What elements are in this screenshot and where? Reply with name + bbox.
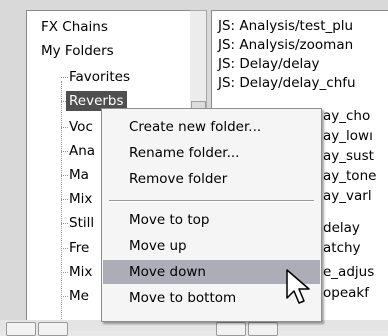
tree-connector (61, 175, 68, 176)
list-item[interactable]: delay (323, 219, 360, 238)
list-item[interactable]: JS: Delay/delay_chfu (218, 74, 356, 93)
list-item[interactable]: JS: Analysis/zooman (218, 36, 353, 55)
tree-item-still[interactable]: Still (69, 213, 94, 233)
list-item[interactable]: opeakf (323, 284, 369, 303)
toolbar-button[interactable] (248, 322, 278, 336)
list-item[interactable]: e_adjus (323, 263, 374, 282)
tree-item-favorites[interactable]: Favorites (69, 67, 130, 87)
tree-root-my-folders[interactable]: My Folders (41, 41, 114, 61)
tree-connector (61, 151, 68, 152)
tree-root-fx-chains[interactable]: FX Chains (41, 17, 108, 37)
list-item[interactable]: ay_lowı (323, 127, 373, 146)
tree-connector (61, 77, 68, 78)
tree-connector (61, 127, 68, 128)
toolbar-button[interactable] (38, 322, 68, 336)
tree-item-mix-2[interactable]: Mix (69, 262, 92, 282)
tree-item-ana[interactable]: Ana (69, 141, 95, 161)
mouse-pointer-icon (286, 269, 310, 304)
list-item[interactable]: ay_cho (323, 107, 370, 126)
tree-item-voc[interactable]: Voc (69, 117, 93, 137)
list-item[interactable]: ay_varl (323, 187, 372, 206)
tree-item-mix[interactable]: Mix (69, 189, 92, 209)
tree-connector (61, 272, 68, 273)
menu-separator (109, 200, 314, 202)
tree-item-fre[interactable]: Fre (69, 238, 89, 258)
tree-item-ma[interactable]: Ma (69, 165, 89, 185)
menu-item-create-new-folder[interactable]: Create new folder... (103, 115, 320, 139)
fx-browser-window: FX Chains My Folders Favorites Reverbs V… (0, 0, 388, 336)
list-item[interactable]: ay_sust (323, 147, 374, 166)
tree-connector (61, 223, 68, 224)
tree-connector (61, 248, 68, 249)
menu-item-move-to-top[interactable]: Move to top (103, 208, 320, 232)
list-item[interactable]: JS: Delay/delay (218, 55, 320, 74)
list-item[interactable]: JS: Analysis/test_plu (218, 17, 353, 36)
tree-connector-line (61, 81, 62, 321)
menu-item-move-up[interactable]: Move up (103, 234, 320, 258)
menu-item-remove-folder[interactable]: Remove folder (103, 167, 320, 191)
list-item[interactable]: atchy (323, 239, 361, 258)
toolbar-button[interactable] (6, 322, 36, 336)
tree-connector (61, 199, 68, 200)
list-item[interactable]: ay_tone (323, 167, 376, 186)
menu-item-rename-folder[interactable]: Rename folder... (103, 141, 320, 165)
toolbar-button[interactable] (216, 322, 246, 336)
tree-item-me[interactable]: Me (69, 286, 89, 306)
tree-connector (61, 296, 68, 297)
